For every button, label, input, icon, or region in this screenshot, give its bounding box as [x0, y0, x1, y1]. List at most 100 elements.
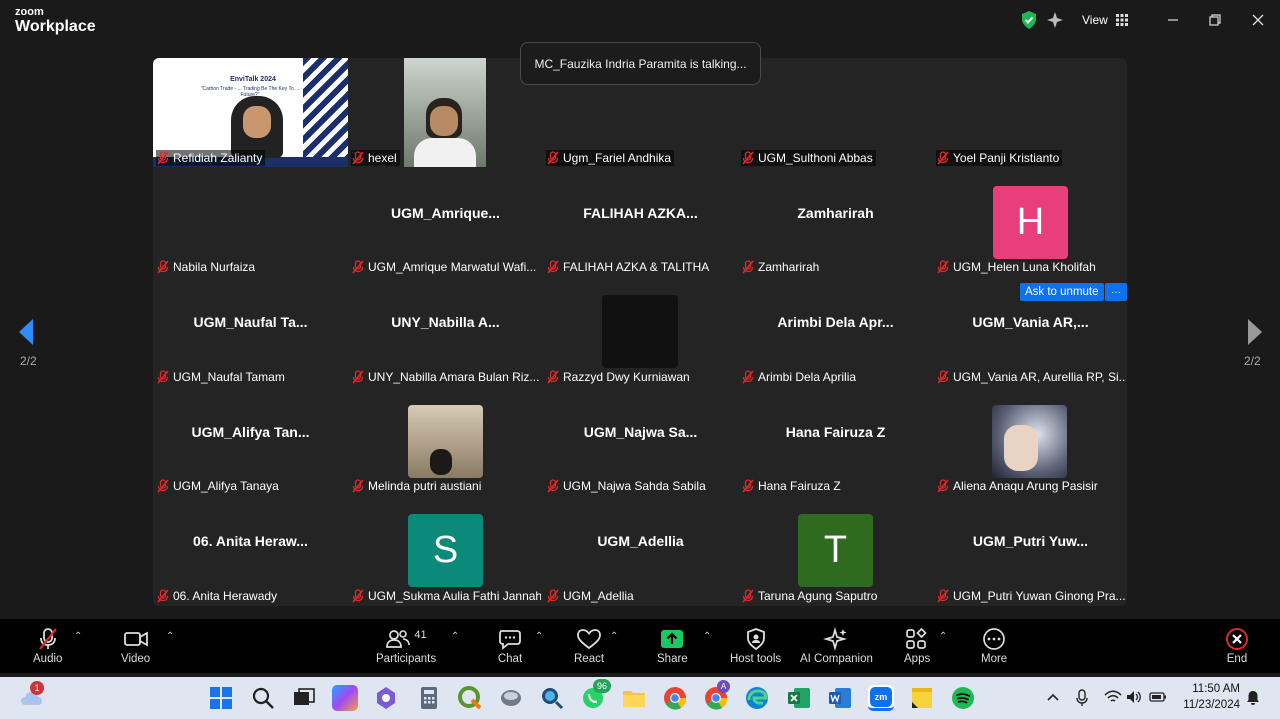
participant-tile[interactable]: Arimbi Dela Apr... Arimbi Dela Aprilia [738, 277, 933, 387]
muted-mic-icon [937, 479, 949, 493]
apps-button[interactable]: Apps [904, 627, 930, 665]
participant-tile[interactable]: UNY_Nabilla A... UNY_Nabilla Amara Bulan … [348, 277, 543, 387]
chat-options-caret-icon[interactable]: ⌃ [535, 631, 543, 642]
participants-options-caret-icon[interactable]: ⌃ [451, 631, 459, 642]
end-meeting-button[interactable]: End [1225, 627, 1249, 665]
apps-icon [906, 627, 927, 649]
participant-name-label: Arimbi Dela Aprilia [741, 369, 859, 385]
participant-display-name: UGM_Vania AR,... [972, 314, 1089, 331]
close-icon[interactable] [1246, 8, 1270, 32]
participant-tile[interactable]: UGM_Najwa Sa... UGM_Najwa Sahda Sabila [543, 386, 738, 497]
more-button[interactable]: More [981, 627, 1007, 665]
participant-name-label: UGM_Sulthoni Abbas [741, 149, 876, 166]
battery-icon[interactable] [1149, 691, 1167, 703]
react-label: React [574, 653, 605, 665]
participant-tile[interactable]: UGM_Naufal Ta... UGM_Naufal Tamam [153, 277, 348, 387]
apps-options-caret-icon[interactable]: ⌃ [939, 631, 947, 642]
wifi-icon[interactable] [1104, 690, 1122, 704]
explorer-pro-icon[interactable] [498, 685, 524, 711]
participant-tile[interactable]: Nabila Nurfaiza [153, 167, 348, 278]
participant-tile[interactable]: S UGM_Sukma Aulia Fathi Jannah [348, 496, 543, 606]
edge-icon[interactable] [744, 685, 770, 711]
participant-name: UGM_Amrique Marwatul Wafi... [368, 260, 537, 275]
react-button[interactable]: React [574, 627, 604, 665]
search-globe-icon[interactable] [539, 685, 565, 711]
view-button[interactable]: View [1082, 10, 1128, 30]
chat-button[interactable]: Chat [497, 627, 523, 665]
participant-tile[interactable]: UGM_Amrique... UGM_Amrique Marwatul Wafi.… [348, 167, 543, 278]
participants-button[interactable]: 41 Participants [376, 627, 436, 665]
weather-cloud-icon[interactable]: 1 [18, 681, 44, 714]
participant-name: UGM_Sulthoni Abbas [758, 150, 873, 165]
participant-tile[interactable]: Aliena Anaqu Arung Pasisir [933, 386, 1127, 497]
participant-tile[interactable]: T Taruna Agung Saputro [738, 496, 933, 606]
participant-tile[interactable]: UGM_Sulthoni Abbas [404, 58, 933, 168]
calculator-icon[interactable] [416, 685, 442, 711]
participant-name-label: UGM_Najwa Sahda Sabila [546, 478, 709, 494]
volume-icon[interactable] [1126, 690, 1142, 704]
spotify-icon[interactable] [950, 685, 976, 711]
next-page-arrow-icon[interactable] [1244, 317, 1264, 347]
ask-to-unmute-button[interactable]: Ask to unmute [1020, 283, 1104, 301]
clock-date[interactable]: 11/23/2024 [1180, 699, 1240, 711]
excel-icon[interactable] [786, 685, 812, 711]
notification-bell-icon[interactable] [1246, 690, 1260, 706]
talking-indicator: MC_Fauzika Indria Paramita is talking... [520, 42, 761, 85]
participant-tile[interactable]: H UGM_Helen Luna Kholifah [933, 167, 1127, 278]
participant-tile[interactable]: Zamharirah Zamharirah [738, 167, 933, 278]
participant-tile[interactable]: UGM_Putri Yuw... UGM_Putri Yuwan Ginong P… [933, 496, 1127, 606]
tray-mic-icon[interactable] [1075, 689, 1089, 707]
share-options-caret-icon[interactable]: ⌃ [703, 631, 711, 642]
participant-name-label: Melinda putri austiani [351, 478, 484, 494]
participant-tile[interactable]: Yoel Panji Kristianto [404, 58, 1127, 168]
muted-mic-icon [352, 479, 364, 493]
participant-name-label: UGM_Amrique Marwatul Wafi... [351, 259, 539, 275]
ai-sparkle-icon[interactable] [1046, 10, 1064, 30]
whatsapp-icon[interactable]: 96 [580, 679, 611, 711]
host-tools-button[interactable]: Host tools [730, 627, 781, 665]
task-view-icon[interactable] [291, 685, 317, 711]
video-options-caret-icon[interactable]: ⌃ [166, 631, 174, 642]
word-icon[interactable] [827, 685, 853, 711]
audio-button[interactable]: Audio [33, 627, 62, 665]
participant-tile[interactable]: Melinda putri austiani [348, 386, 543, 497]
zoom-taskbar-icon[interactable]: zm [868, 685, 894, 711]
muted-mic-icon [547, 370, 559, 384]
participant-tile[interactable]: EnviTalk 2024 "Carbon Trade - ... Trading… [153, 58, 348, 168]
participant-name: UGM_Alifya Tanaya [173, 479, 279, 494]
sticky-notes-icon[interactable] [909, 685, 935, 711]
clock-time[interactable]: 11:50 AM [1190, 683, 1240, 695]
react-options-caret-icon[interactable]: ⌃ [610, 631, 618, 642]
tile-more-button[interactable]: ··· [1105, 283, 1127, 301]
audio-options-caret-icon[interactable]: ⌃ [74, 631, 82, 642]
title-bar: zoom Workplace View [0, 0, 1280, 40]
video-button[interactable]: Video [121, 627, 150, 665]
file-explorer-icon[interactable] [621, 685, 647, 711]
tray-chevron-up-icon[interactable] [1046, 692, 1060, 702]
participant-tile[interactable]: FALIHAH AZKA... FALIHAH AZKA & TALITHA [543, 167, 738, 278]
share-button[interactable]: Share [657, 627, 688, 665]
participant-tile[interactable]: UGM_Adellia UGM_Adellia [543, 496, 738, 606]
chrome-profile-icon[interactable]: A [703, 680, 730, 711]
search-icon[interactable] [250, 685, 276, 711]
copilot-icon[interactable] [332, 685, 358, 711]
participant-name-label: UGM_Alifya Tanaya [156, 478, 282, 494]
qgis-icon[interactable] [457, 685, 483, 711]
minimize-icon[interactable] [1161, 8, 1185, 32]
participant-name-label: Nabila Nurfaiza [156, 259, 258, 275]
participant-name-label: Yoel Panji Kristianto [936, 149, 1063, 166]
previous-page-arrow-icon[interactable] [17, 317, 37, 347]
participant-tile[interactable]: 06. Anita Heraw... 06. Anita Herawady [153, 496, 348, 606]
encryption-shield-icon[interactable] [1020, 10, 1038, 30]
widgets-icon[interactable] [373, 685, 399, 711]
participant-name: Ugm_Fariel Andhika [563, 150, 672, 165]
windows-start-icon[interactable] [208, 685, 234, 711]
restore-icon[interactable] [1203, 8, 1227, 32]
muted-mic-icon [38, 628, 57, 650]
participant-tile[interactable]: Hana Fairuza Z Hana Fairuza Z [738, 386, 933, 497]
participant-tile[interactable]: Razzyd Dwy Kurniawan [543, 277, 738, 387]
participant-tile[interactable]: UGM_Alifya Tan... UGM_Alifya Tanaya [153, 386, 348, 497]
ai-companion-button[interactable]: AI Companion [800, 627, 873, 665]
chrome-icon[interactable] [662, 685, 688, 711]
participant-avatar: T [798, 514, 873, 588]
